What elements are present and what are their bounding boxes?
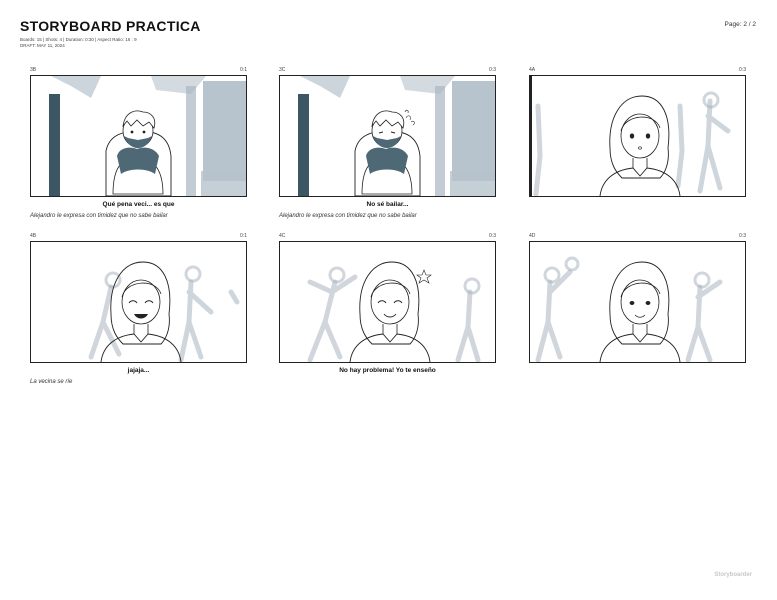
panel-header: 4D 0:3 xyxy=(529,233,746,241)
panel-4b: 4B 0:1 jajaja... La vecina se ríe xyxy=(30,233,247,385)
panel-number: 3B xyxy=(30,67,37,73)
girl-sketch-illustration xyxy=(530,242,745,362)
panel-duration: 0:1 xyxy=(240,233,247,239)
panel-4a: 4A 0:3 xyxy=(529,67,746,213)
panel-frame xyxy=(30,241,247,363)
panel-3b: 3B 0:1 Qué pena veci... es que Alejandro… xyxy=(30,67,247,219)
panel-frame xyxy=(30,75,247,197)
panel-number: 4D xyxy=(529,233,536,239)
girl-sketch-illustration xyxy=(530,76,745,196)
page-number: Page: 2 / 2 xyxy=(724,21,756,28)
panel-duration: 0:1 xyxy=(240,67,247,73)
panel-number: 4A xyxy=(529,67,536,73)
panel-number: 3C xyxy=(279,67,286,73)
storyboarder-brand: Storyboarder xyxy=(714,572,752,578)
girl-sketch-illustration xyxy=(31,242,246,362)
panel-action-note: Alejandro le expresa con timidez que no … xyxy=(30,213,168,219)
panel-dialogue: Qué pena veci... es que xyxy=(102,201,175,208)
document-title: STORYBOARD PRACTICA xyxy=(20,18,201,34)
panel-duration: 0:3 xyxy=(739,67,746,73)
meta-line-2: DRAFT: MAY 11, 2024 xyxy=(20,42,65,48)
panel-dialogue: No hay problema! Yo te enseño xyxy=(339,367,436,374)
panel-frame xyxy=(529,241,746,363)
panel-action-note: Alejandro le expresa con timidez que no … xyxy=(279,213,417,219)
panel-duration: 0:3 xyxy=(489,67,496,73)
panel-dialogue xyxy=(529,201,746,210)
panel-3c: 3C 0:3 No sé bailar... Alejandro le expr… xyxy=(279,67,496,219)
panel-header: 4B 0:1 xyxy=(30,233,247,241)
boy-sketch-illustration xyxy=(31,76,246,196)
panel-number: 4C xyxy=(279,233,286,239)
panel-dialogue xyxy=(529,367,746,376)
panel-duration: 0:3 xyxy=(739,233,746,239)
panel-header: 4C 0:3 xyxy=(279,233,496,241)
panel-frame xyxy=(529,75,746,197)
panel-frame xyxy=(279,241,496,363)
panel-header: 3C 0:3 xyxy=(279,67,496,75)
panel-header: 3B 0:1 xyxy=(30,67,247,75)
panel-action-note: La vecina se ríe xyxy=(30,379,73,385)
panel-frame xyxy=(279,75,496,197)
panel-4c: 4C 0:3 No hay problema! Yo te enseño xyxy=(279,233,496,379)
panel-number: 4B xyxy=(30,233,37,239)
panel-header: 4A 0:3 xyxy=(529,67,746,75)
document-meta: Boards: 15 | Shots: 4 | Duration: 0:30 |… xyxy=(20,37,137,48)
panel-duration: 0:3 xyxy=(489,233,496,239)
panel-dialogue: No sé bailar... xyxy=(366,201,409,208)
girl-sketch-illustration xyxy=(280,242,495,362)
panel-dialogue: jajaja... xyxy=(127,367,150,374)
meta-line-1: Boards: 15 | Shots: 4 | Duration: 0:30 |… xyxy=(20,37,137,42)
boy-sketch-illustration xyxy=(280,76,495,196)
panel-4d: 4D 0:3 xyxy=(529,233,746,379)
